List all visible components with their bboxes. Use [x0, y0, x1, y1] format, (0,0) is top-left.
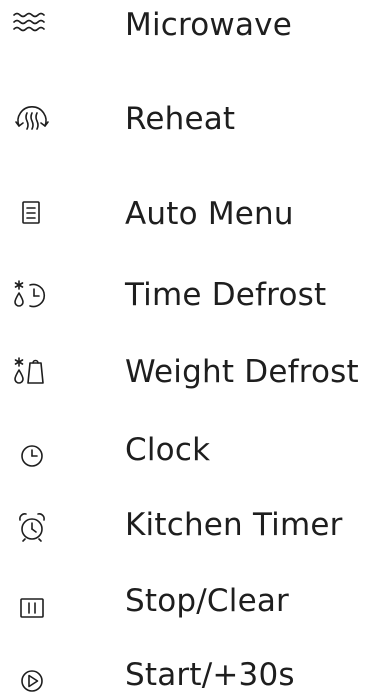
menu-item-reheat[interactable]: Reheat — [0, 94, 369, 144]
time-defrost-icon — [10, 273, 54, 317]
auto-menu-icon — [10, 192, 54, 236]
menu-item-label: Weight Defrost — [125, 354, 359, 390]
menu-item-auto-menu[interactable]: Auto Menu — [0, 189, 369, 239]
weight-defrost-icon — [10, 350, 54, 394]
pause-icon — [10, 579, 54, 623]
play-icon — [10, 653, 54, 697]
microwave-waves-icon — [10, 3, 54, 47]
reheat-icon — [10, 97, 54, 141]
clock-icon — [10, 428, 54, 472]
menu-item-label: Clock — [125, 432, 211, 468]
menu-item-clock[interactable]: Clock — [0, 425, 369, 475]
menu-item-kitchen-timer[interactable]: Kitchen Timer — [0, 500, 369, 550]
menu-item-label: Start/+30s — [125, 657, 295, 693]
menu-item-weight-defrost[interactable]: Weight Defrost — [0, 347, 369, 397]
menu-item-label: Stop/Clear — [125, 583, 289, 619]
menu-item-label: Reheat — [125, 101, 236, 137]
menu-item-start-30s[interactable]: Start/+30s — [0, 650, 369, 700]
menu-item-label: Time Defrost — [125, 277, 327, 313]
menu-item-label: Auto Menu — [125, 196, 294, 232]
menu-item-stop-clear[interactable]: Stop/Clear — [0, 576, 369, 626]
menu-item-microwave[interactable]: Microwave — [0, 0, 369, 50]
alarm-clock-icon — [10, 503, 54, 547]
menu-item-time-defrost[interactable]: Time Defrost — [0, 270, 369, 320]
menu-item-label: Microwave — [125, 7, 293, 43]
menu-item-label: Kitchen Timer — [125, 507, 343, 543]
